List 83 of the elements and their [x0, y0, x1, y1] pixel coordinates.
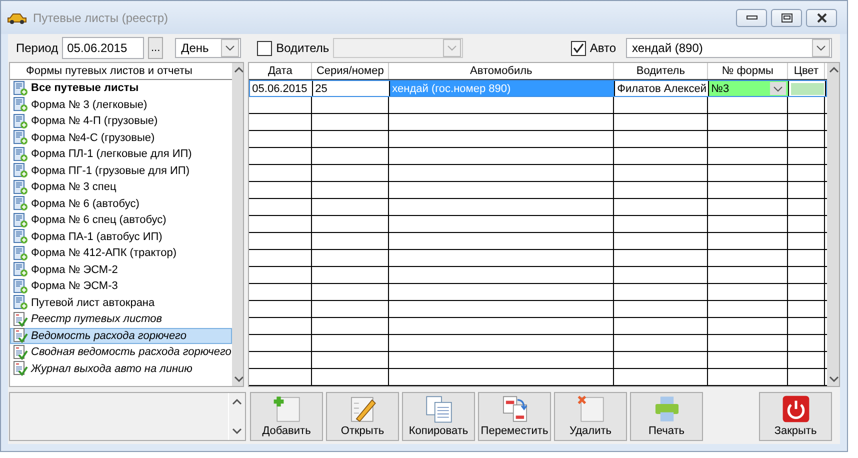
period-dropdown[interactable]: День — [175, 38, 242, 58]
report-check-icon — [13, 344, 28, 360]
form-add-icon — [13, 180, 28, 195]
minimize-button[interactable] — [736, 8, 767, 26]
form-add-icon — [13, 196, 28, 212]
chevron-down-icon — [447, 45, 458, 51]
copy-button[interactable]: Копировать — [402, 392, 475, 441]
form-add-icon — [13, 114, 28, 129]
driver-checkbox[interactable] — [257, 40, 272, 56]
form-add-icon — [13, 212, 28, 228]
table-row[interactable]: 05.06.2015 25 хендай (гос.номер 890) Филатов Алексей №3 — [249, 80, 828, 97]
driver-label: Водитель — [276, 41, 330, 55]
maximize-button[interactable] — [771, 8, 802, 26]
maximize-icon — [780, 12, 792, 22]
table-cell: 05.06.2015 — [250, 81, 314, 96]
close-button[interactable]: Закрыть — [759, 392, 832, 441]
list-item[interactable]: Все путевые листы — [10, 80, 232, 96]
list-item[interactable]: Форма № 3 (легковые) — [10, 96, 232, 113]
open-button[interactable]: Открыть — [326, 392, 399, 441]
form-add-icon — [13, 295, 28, 310]
close-button[interactable] — [806, 8, 837, 26]
minimize-icon — [746, 14, 758, 20]
column-header[interactable]: Дата — [249, 63, 312, 79]
list-item[interactable]: Форма ПЛ-1 (легковые для ИП) — [10, 146, 232, 162]
chevron-up-icon — [232, 399, 242, 405]
chevron-up-icon — [829, 67, 839, 73]
auto-checkbox[interactable] — [570, 40, 586, 56]
chevron-down-icon — [234, 376, 244, 382]
date-picker-button[interactable]: ... — [148, 37, 164, 59]
window-title: Путевые листы (реестр) — [33, 10, 168, 24]
form-add-icon — [13, 229, 28, 244]
list-item[interactable]: Журнал выхода авто на линию — [10, 360, 232, 377]
auto-dropdown[interactable]: хендай (890) — [626, 38, 832, 58]
car-icon — [7, 12, 27, 24]
report-check-icon — [13, 328, 28, 344]
chevron-down-icon — [829, 376, 839, 382]
chevron-up-icon — [234, 67, 244, 73]
auto-label: Авто — [590, 41, 616, 55]
form-add-icon — [13, 278, 28, 294]
list-item[interactable]: Форма № 6 (автобус) — [10, 196, 232, 212]
list-item[interactable]: Форма № 4-П (грузовые) — [10, 113, 232, 130]
chevron-down-icon — [232, 428, 242, 434]
close-icon — [816, 12, 828, 22]
add-button[interactable]: Добавить — [250, 392, 323, 441]
list-item[interactable]: Ведомость расхода горючего — [10, 328, 232, 344]
form-add-icon — [13, 262, 28, 278]
table-cell: хендай (гос.номер 890) — [390, 81, 616, 96]
move-button[interactable]: Переместить — [478, 392, 551, 441]
report-check-icon — [13, 361, 28, 376]
chevron-down-icon — [816, 45, 826, 51]
form-dropdown[interactable]: №3 — [709, 81, 790, 96]
column-header[interactable]: Серия/номер — [312, 63, 390, 79]
list-header: Формы путевых листов и отчеты — [10, 63, 232, 80]
column-header[interactable]: Цвет — [788, 63, 826, 79]
scrollbar[interactable] — [232, 63, 244, 386]
chevron-down-icon — [225, 45, 236, 51]
list-item[interactable]: Форма № ЭСМ-3 — [10, 278, 232, 294]
form-add-icon — [13, 146, 28, 162]
date-field[interactable]: 05.06.2015 — [62, 37, 144, 59]
column-header[interactable]: Водитель — [614, 63, 708, 79]
print-button[interactable]: Печать — [630, 392, 703, 441]
list-item[interactable]: Форма № ЭСМ-2 — [10, 262, 232, 278]
list-item[interactable]: Форма ПА-1 (автобус ИП) — [10, 228, 232, 245]
list-item[interactable]: Форма № 6 спец (автобус) — [10, 212, 232, 228]
delete-button[interactable]: Удалить — [554, 392, 627, 441]
list-item[interactable]: Сводная ведомость расхода горючего — [10, 344, 232, 360]
chevron-down-icon — [773, 86, 784, 92]
column-header[interactable]: Автомобиль — [389, 63, 614, 79]
list-item[interactable]: Реестр путевых листов — [10, 311, 232, 328]
scrollbar[interactable] — [827, 63, 839, 386]
list-item[interactable]: Форма №4-С (грузовые) — [10, 130, 232, 146]
form-add-icon — [13, 97, 28, 112]
form-add-icon — [13, 80, 28, 96]
list-item[interactable]: Форма ПГ-1 (грузовые для ИП) — [10, 162, 232, 179]
list-item[interactable]: Форма № 3 спец — [10, 179, 232, 196]
form-add-icon — [13, 246, 28, 261]
list-item[interactable]: Путевой лист автокрана — [10, 294, 232, 311]
form-add-icon — [13, 163, 28, 178]
form-add-icon — [13, 130, 28, 146]
period-label: Период — [16, 41, 58, 55]
list-item[interactable]: Форма № 412-АПК (трактор) — [10, 245, 232, 262]
report-check-icon — [13, 312, 28, 327]
column-header[interactable]: № формы — [708, 63, 788, 79]
